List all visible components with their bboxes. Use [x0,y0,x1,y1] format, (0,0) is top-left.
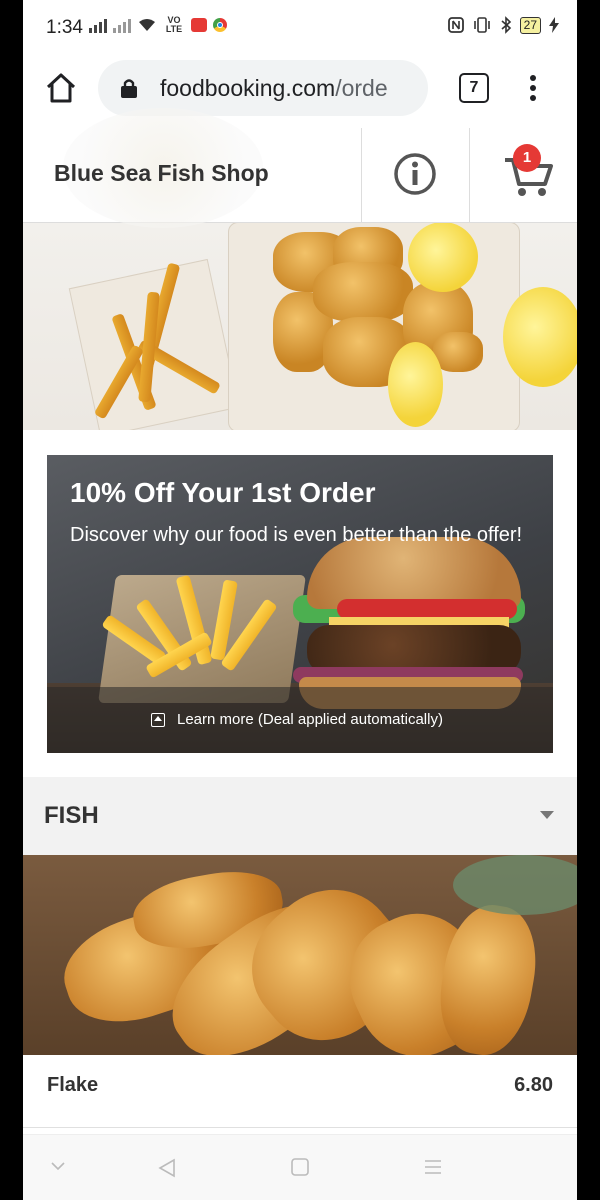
menu-item-row[interactable]: Flake 6.80 [23,1055,577,1128]
promo-title: 10% Off Your 1st Order [70,477,376,508]
back-icon[interactable] [156,1157,178,1179]
learn-more-link[interactable]: Learn more (Deal applied automatically) [177,711,443,728]
home-icon[interactable] [43,70,79,106]
vibrate-icon [473,17,490,33]
browser-toolbar: foodbooking.com/orde 7 [23,56,577,128]
overflow-menu-icon[interactable] [523,72,543,106]
signal-icon [89,17,107,33]
chevron-down-icon[interactable] [540,811,554,819]
system-nav-bar [23,1134,577,1200]
tab-switcher-button[interactable]: 7 [459,73,489,103]
item-name: Flake [47,1074,99,1096]
phone-screen: 1:34 VO LTE 27 foodbooking.com/orde 7 Bl… [23,0,577,1200]
battery-icon: 27 [519,16,541,34]
hero-image [23,222,577,430]
home-nav-icon[interactable] [290,1157,310,1177]
recents-icon[interactable] [423,1157,443,1177]
chrome-icon [213,18,227,32]
cart-count-badge: 1 [513,144,541,172]
wifi-icon [139,19,155,31]
shop-name: Blue Sea Fish Shop [54,160,269,186]
bluetooth-icon [501,16,511,34]
status-time: 1:34 [46,17,83,38]
item-image[interactable] [23,855,577,1055]
promo-banner[interactable]: 10% Off Your 1st Order Discover why our … [47,455,553,753]
address-bar[interactable]: foodbooking.com/orde [98,60,428,116]
screen-record-icon [191,18,207,32]
charging-icon [549,17,559,33]
promo-subtitle: Discover why our food is even better tha… [70,524,523,546]
expand-icon [151,713,165,727]
shop-header: Blue Sea Fish Shop [23,108,577,228]
url-path: /orde [335,75,388,101]
info-icon[interactable] [393,152,437,196]
item-price: 6.80 [514,1074,553,1096]
status-right-icons: 27 [447,16,559,34]
category-header-fish[interactable]: FISH [23,777,577,855]
nfc-icon [447,17,464,33]
signal-x-icon [113,17,131,33]
url-text: foodbooking.com/orde [160,75,388,102]
lock-icon [121,79,137,98]
status-left-icons: VO LTE [89,16,227,34]
url-host: foodbooking.com [160,75,336,101]
status-bar: 1:34 VO LTE 27 [23,0,577,56]
category-title: FISH [44,802,99,829]
hide-keyboard-icon[interactable] [51,1161,65,1171]
volte-icon: VO LTE [165,15,183,34]
